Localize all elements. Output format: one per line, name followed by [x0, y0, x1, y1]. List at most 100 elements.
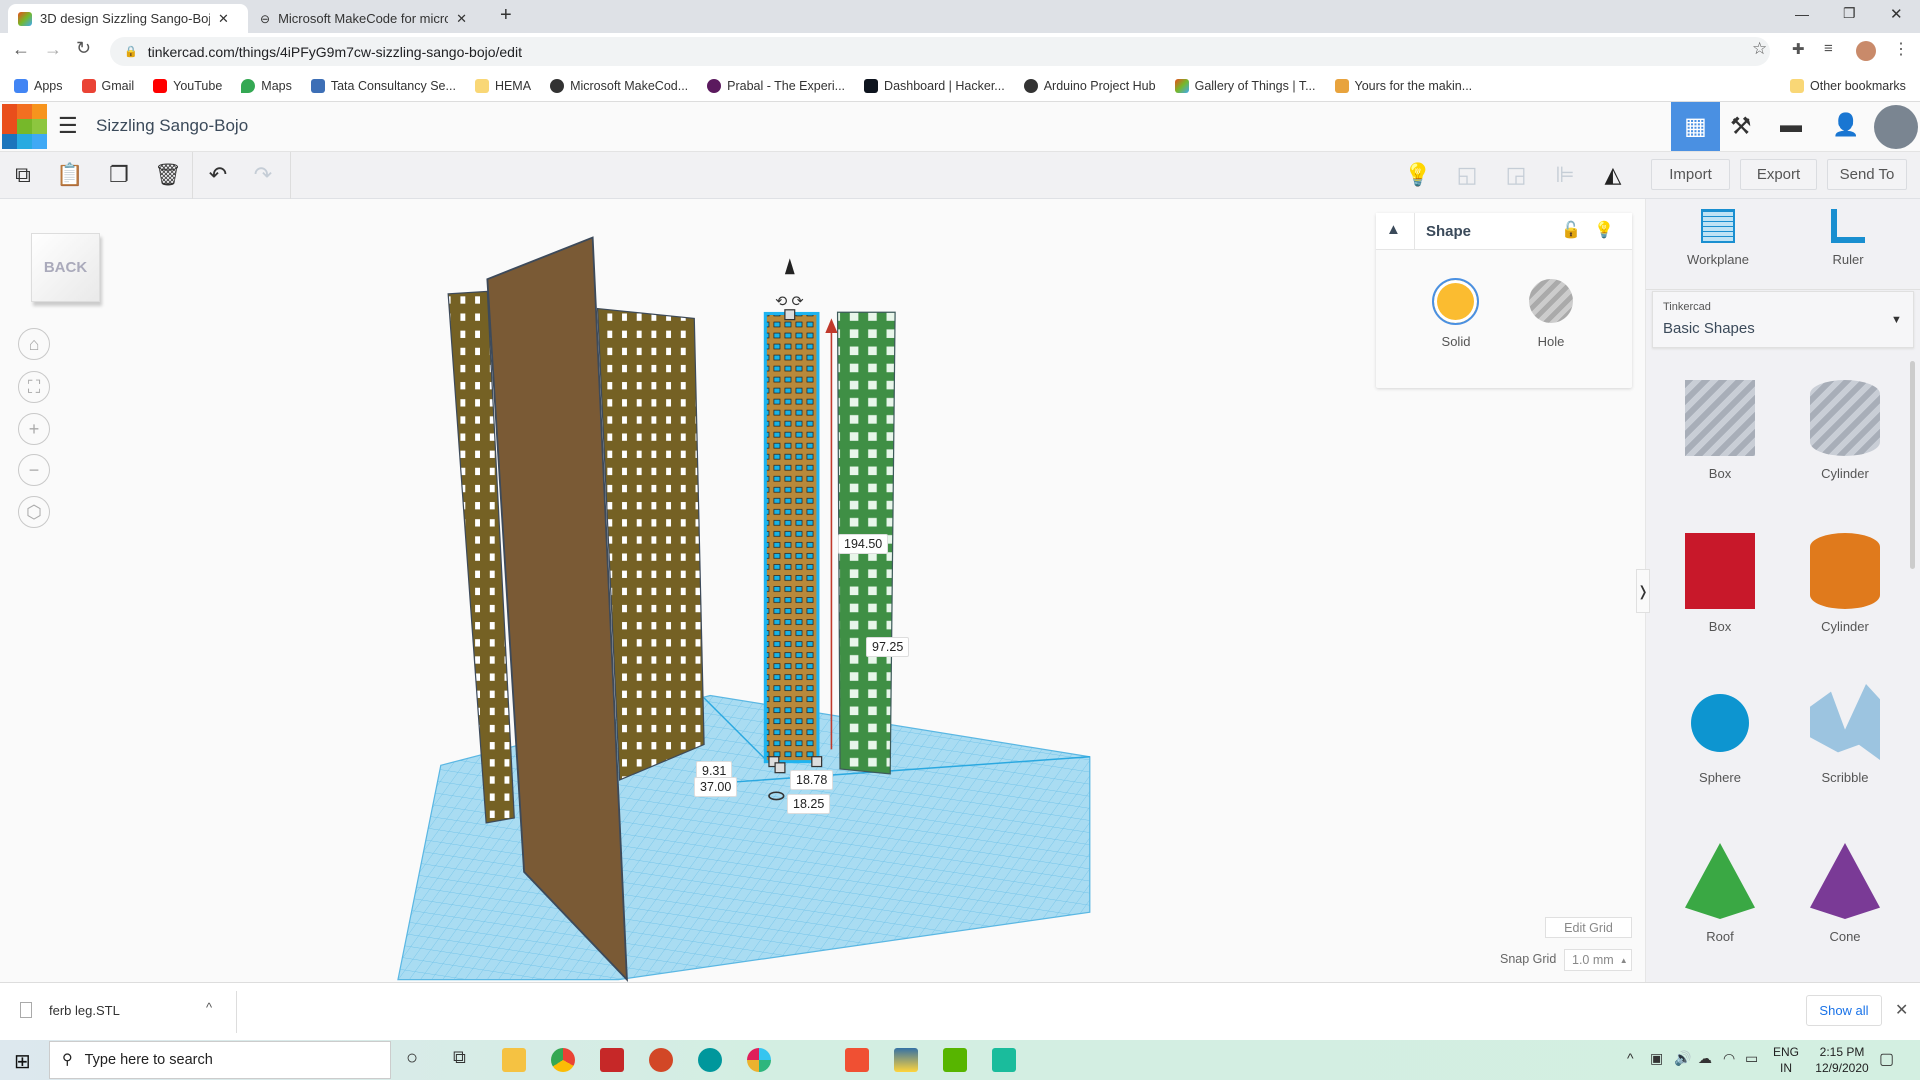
notifications-icon[interactable]: ▢: [1879, 1049, 1894, 1069]
shape-library-dropdown[interactable]: Tinkercad Basic Shapes ▼: [1652, 291, 1914, 348]
shape-item-cylinder[interactable]: Cylinder: [1790, 533, 1900, 634]
design-title[interactable]: Sizzling Sango-Bojo: [96, 116, 248, 136]
minimize-button[interactable]: —: [1795, 6, 1809, 22]
bookmark-star-icon[interactable]: ☆: [1752, 39, 1767, 59]
windows-start-icon[interactable]: ⊞: [14, 1049, 31, 1074]
app-icon[interactable]: [992, 1048, 1016, 1072]
snap-grid-select[interactable]: 1.0 mm ▲: [1564, 949, 1632, 971]
media-icon[interactable]: ≡: [1824, 40, 1833, 57]
collapse-caret-icon[interactable]: ▲: [1386, 221, 1401, 238]
battery-icon[interactable]: ▭: [1745, 1050, 1758, 1067]
send-to-button[interactable]: Send To: [1827, 159, 1907, 190]
bookmark-arduino[interactable]: Arduino Project Hub: [1023, 78, 1156, 93]
fit-view-icon[interactable]: ⛶: [18, 371, 50, 403]
add-user-icon[interactable]: 👤: [1832, 112, 1859, 138]
align-icon[interactable]: ⊫: [1550, 160, 1580, 190]
bookmark-yours[interactable]: Yours for the makin...: [1334, 78, 1472, 93]
shape-item-roof[interactable]: Roof: [1665, 843, 1775, 944]
wifi-icon[interactable]: ◠: [1723, 1050, 1735, 1067]
powerpoint-icon[interactable]: [649, 1048, 673, 1072]
tab-makecode[interactable]: ⊖ Microsoft MakeCode for micro:bit ✕: [250, 4, 485, 33]
shape-item-scribble[interactable]: Scribble: [1790, 684, 1900, 785]
group-icon[interactable]: ◱: [1452, 160, 1482, 190]
copy-icon[interactable]: ⧉: [8, 160, 38, 190]
duplicate-icon[interactable]: ❐: [104, 160, 134, 190]
export-button[interactable]: Export: [1740, 159, 1817, 190]
home-view-icon[interactable]: ⌂: [18, 328, 50, 360]
cortana-icon[interactable]: ○: [406, 1047, 418, 1070]
height-dimension-label[interactable]: 194.50: [838, 534, 889, 554]
close-tab-icon[interactable]: ✕: [218, 11, 229, 27]
3d-design-view-button[interactable]: ▦: [1671, 102, 1720, 151]
show-hidden-bulb-icon[interactable]: 💡: [1403, 160, 1433, 190]
shape-item-box[interactable]: Box: [1665, 380, 1775, 481]
bricks-icon[interactable]: ▬: [1780, 112, 1802, 138]
zoom-in-icon[interactable]: +: [18, 413, 50, 445]
shape-item-cone[interactable]: Cone: [1790, 843, 1900, 944]
shape-item-sphere[interactable]: Sphere: [1665, 684, 1775, 785]
tinkercad-logo[interactable]: [2, 104, 47, 149]
other-bookmarks[interactable]: Other bookmarks: [1790, 78, 1906, 93]
shape-item-box[interactable]: Box: [1665, 533, 1775, 634]
ortho-view-icon[interactable]: ⬡: [18, 496, 50, 528]
back-icon[interactable]: ←: [12, 39, 30, 60]
task-view-icon[interactable]: ⧉: [453, 1047, 466, 1068]
import-button[interactable]: Import: [1651, 159, 1730, 190]
bookmark-hackerrank[interactable]: Dashboard | Hacker...: [864, 78, 1005, 93]
zoom-out-icon[interactable]: −: [18, 454, 50, 486]
meet-now-icon[interactable]: ▣: [1650, 1050, 1663, 1067]
ungroup-icon[interactable]: ◲: [1501, 160, 1531, 190]
elevation-dimension-label[interactable]: 97.25: [866, 637, 910, 657]
view-cube[interactable]: BACK: [31, 233, 100, 302]
bookmark-maps[interactable]: Maps: [241, 78, 292, 93]
close-window-button[interactable]: ✕: [1890, 5, 1903, 23]
paste-icon[interactable]: 📋: [55, 160, 85, 190]
onedrive-icon[interactable]: ☁: [1698, 1050, 1712, 1067]
new-tab-button[interactable]: +: [500, 4, 512, 27]
shape-item-cylinder[interactable]: Cylinder: [1790, 380, 1900, 481]
codeblocks-hammer-icon[interactable]: ⚒: [1730, 112, 1752, 141]
file-explorer-icon[interactable]: [502, 1048, 526, 1072]
bookmark-gmail[interactable]: Gmail: [81, 78, 134, 93]
language-indicator[interactable]: ENG IN: [1770, 1044, 1802, 1076]
camtasia-icon[interactable]: [943, 1048, 967, 1072]
fritzing-icon[interactable]: [600, 1048, 624, 1072]
url-field[interactable]: 🔒 tinkercad.com/things/4iPFyG9m7cw-sizzl…: [110, 37, 1770, 66]
user-avatar[interactable]: [1874, 105, 1918, 149]
bookmark-hema[interactable]: HEMA: [474, 78, 531, 93]
clock[interactable]: 2:15 PM 12/9/2020: [1810, 1044, 1874, 1076]
bookmark-tcs[interactable]: Tata Consultancy Se...: [310, 78, 456, 93]
undo-icon[interactable]: ↶: [203, 160, 233, 190]
restore-button[interactable]: ❐: [1843, 5, 1856, 22]
tab-tinkercad[interactable]: 3D design Sizzling Sango-Bojo | T ✕: [8, 4, 248, 33]
hide-bulb-icon[interactable]: 💡: [1594, 220, 1614, 240]
hole-button[interactable]: [1529, 279, 1573, 323]
tray-overflow-icon[interactable]: ^: [1627, 1050, 1634, 1066]
download-item[interactable]: ferb leg.STL: [49, 1003, 120, 1018]
profile-avatar[interactable]: [1856, 41, 1876, 61]
forward-icon[interactable]: →: [44, 39, 62, 60]
reload-icon[interactable]: ↻: [76, 38, 91, 59]
lock-icon[interactable]: 🔓: [1561, 220, 1581, 240]
bookmark-gallery[interactable]: Gallery of Things | T...: [1174, 78, 1316, 93]
taskbar-search-input[interactable]: ⚲ Type here to search: [49, 1041, 391, 1079]
collapse-panel-chevron-icon[interactable]: ❭: [1636, 569, 1650, 613]
redo-icon[interactable]: ↷: [248, 160, 278, 190]
bookmark-apps[interactable]: Apps: [14, 78, 63, 93]
extensions-icon[interactable]: ✚: [1792, 40, 1805, 58]
sublime-icon[interactable]: [845, 1048, 869, 1072]
bookmark-makecode[interactable]: Microsoft MakeCod...: [550, 78, 688, 93]
delete-icon[interactable]: 🗑: [153, 160, 183, 190]
workplane-button[interactable]: Workplane: [1678, 209, 1758, 267]
mirror-icon[interactable]: ◭: [1598, 160, 1628, 190]
solid-color-button[interactable]: [1432, 278, 1479, 325]
menu-icon[interactable]: ⋮: [1893, 39, 1909, 59]
panel-scrollbar[interactable]: [1910, 361, 1915, 569]
width-dimension-label[interactable]: 18.78: [790, 770, 834, 790]
show-all-button[interactable]: Show all: [1806, 995, 1882, 1026]
arduino-icon[interactable]: [698, 1048, 722, 1072]
close-downloads-icon[interactable]: ✕: [1895, 1000, 1908, 1020]
edit-grid-button[interactable]: Edit Grid: [1545, 917, 1632, 938]
chrome-icon[interactable]: [551, 1048, 575, 1072]
ruler-button[interactable]: Ruler: [1808, 209, 1888, 267]
